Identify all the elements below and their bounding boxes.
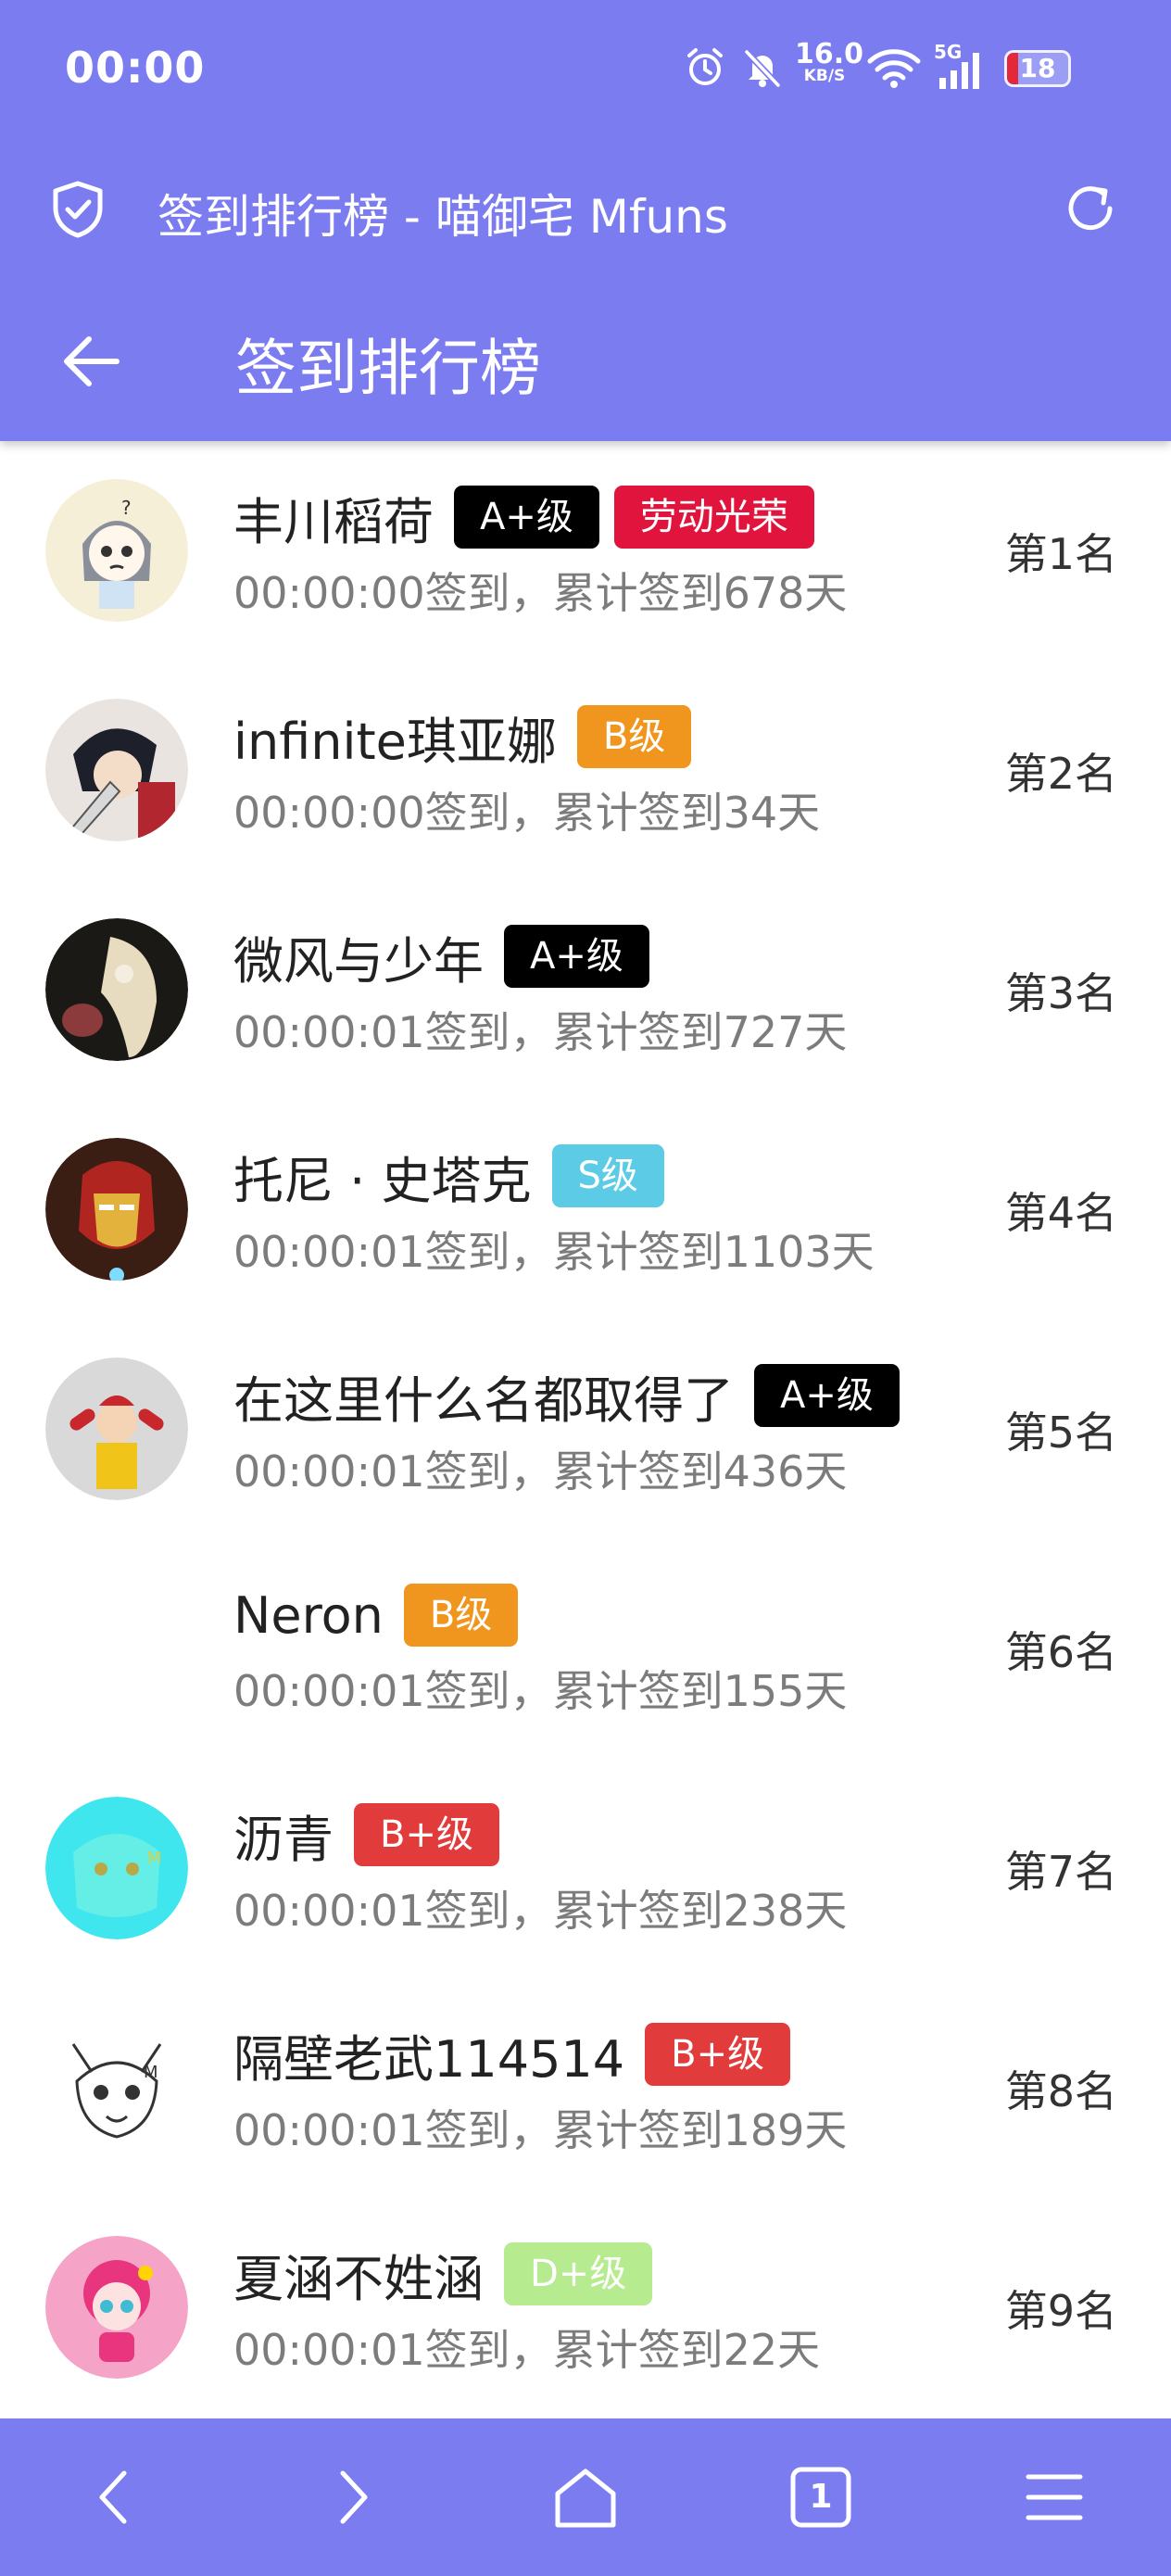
avatar[interactable] [45, 699, 188, 841]
level-badge: D+级 [504, 2242, 653, 2305]
list-item[interactable]: 微风与少年 A+级 00:00:01签到，累计签到727天 第3名 [0, 880, 1171, 1100]
home-icon[interactable] [548, 2460, 623, 2534]
checkin-detail: 00:00:01签到，累计签到436天 [233, 1446, 848, 1496]
list-item[interactable]: ? 丰川稻荷 A+级 劳动光荣 00:00:00签到，累计签到678天 第1名 [0, 441, 1171, 661]
top-bar: 00:00 16.0 KB/S 5G 18 签到排行榜 - 喵御宅 Mfuns … [0, 0, 1171, 441]
user-name[interactable]: 微风与少年 [233, 920, 484, 993]
level-badge: B级 [403, 1584, 519, 1647]
status-time: 00:00 [65, 43, 206, 93]
menu-icon[interactable] [1017, 2460, 1091, 2534]
forward-nav-icon[interactable] [313, 2460, 387, 2534]
back-nav-icon[interactable] [80, 2460, 154, 2534]
user-name[interactable]: 在这里什么名都取得了 [233, 1359, 734, 1433]
avatar[interactable] [45, 918, 188, 1061]
user-name-line: 丰川稻荷 A+级 劳动光荣 [233, 484, 814, 551]
rank-label: 第1名 [1004, 529, 1117, 579]
list-item[interactable]: Neron B级 00:00:01签到，累计签到155天 第6名 [0, 1539, 1171, 1759]
user-name-line: 托尼 · 史塔克 S级 [233, 1143, 664, 1210]
net-speed-value: 16.0 [795, 38, 864, 70]
avatar[interactable]: ? [45, 479, 188, 622]
checkin-detail: 00:00:01签到，累计签到238天 [233, 1886, 848, 1936]
level-badge: A+级 [454, 486, 599, 549]
list-item[interactable]: M 隔壁老武114514 B+级 00:00:01签到，累计签到189天 第8名 [0, 1978, 1171, 2198]
user-name-line: infinite琪亚娜 B级 [233, 703, 692, 771]
checkin-detail: 00:00:01签到，累计签到1103天 [233, 1227, 875, 1277]
browser-bottom-bar: 1 [0, 2418, 1171, 2576]
rank-label: 第3名 [1004, 968, 1117, 1018]
refresh-icon[interactable] [1062, 180, 1119, 237]
avatar[interactable]: M [45, 2016, 188, 2159]
user-name[interactable]: 托尼 · 史塔克 [233, 1140, 532, 1213]
user-name-line: 夏涵不姓涵 D+级 [233, 2241, 653, 2308]
list-item[interactable]: M 沥青 B+级 00:00:01签到，累计签到238天 第7名 [0, 1759, 1171, 1978]
level-badge: B+级 [354, 1803, 499, 1866]
net-speed: 16.0 KB/S [795, 38, 864, 85]
list-item[interactable]: 托尼 · 史塔克 S级 00:00:01签到，累计签到1103天 第4名 [0, 1100, 1171, 1320]
page-title-in-address-bar[interactable]: 签到排行榜 - 喵御宅 Mfuns [157, 180, 728, 246]
svg-text:M: M [147, 1849, 162, 1868]
user-name[interactable]: 夏涵不姓涵 [233, 2238, 484, 2311]
user-name-line: 隔壁老武114514 B+级 [233, 2018, 791, 2091]
avatar[interactable] [45, 1138, 188, 1281]
checkin-detail: 00:00:01签到，累计签到155天 [233, 1666, 848, 1716]
checkin-detail: 00:00:00签到，累计签到34天 [233, 788, 821, 838]
svg-text:?: ? [121, 497, 132, 519]
user-name[interactable]: Neron [233, 1586, 384, 1645]
tabs-button[interactable]: 1 [784, 2460, 858, 2534]
avatar[interactable] [45, 1577, 188, 1720]
user-name[interactable]: 丰川稻荷 [233, 481, 434, 554]
user-name[interactable]: 沥青 [233, 1799, 334, 1872]
checkin-detail: 00:00:01签到，累计签到727天 [233, 1007, 848, 1057]
avatar[interactable] [45, 1357, 188, 1500]
battery-indicator: 18 [1004, 50, 1071, 87]
level-badge: B+级 [645, 2023, 791, 2086]
list-item[interactable]: infinite琪亚娜 B级 00:00:00签到，累计签到34天 第2名 [0, 661, 1171, 880]
svg-text:M: M [144, 2063, 158, 2082]
tab-count: 1 [809, 2478, 833, 2516]
rank-label: 第7名 [1004, 1847, 1117, 1897]
rank-label: 第5名 [1004, 1408, 1117, 1458]
list-item[interactable]: 在这里什么名都取得了 A+级 00:00:01签到，累计签到436天 第5名 [0, 1320, 1171, 1539]
rank-label: 第2名 [1004, 749, 1117, 799]
shield-check-icon[interactable] [50, 180, 106, 239]
rank-label: 第9名 [1004, 2286, 1117, 2336]
user-name[interactable]: 隔壁老武114514 [233, 2018, 624, 2091]
wifi-icon [867, 49, 921, 88]
rank-label: 第4名 [1004, 1188, 1117, 1238]
list-item[interactable]: 夏涵不姓涵 D+级 00:00:01签到，累计签到22天 第9名 [0, 2198, 1171, 2418]
status-icons: 16.0 KB/S 5G 18 [684, 37, 1110, 93]
level-badge: A+级 [754, 1364, 900, 1427]
level-badge: B级 [576, 705, 692, 768]
back-arrow-icon[interactable] [61, 334, 122, 389]
cell-signal-icon [939, 53, 979, 89]
user-name-line: 微风与少年 A+级 [233, 920, 649, 993]
level-badge: S级 [551, 1144, 664, 1207]
battery-level: 18 [1019, 53, 1056, 83]
browser-address-row: 签到排行榜 - 喵御宅 Mfuns [0, 167, 1171, 252]
avatar[interactable]: M [45, 1797, 188, 1939]
page-header-title: 签到排行榜 [235, 333, 541, 404]
user-name[interactable]: infinite琪亚娜 [233, 701, 557, 774]
user-name-line: Neron B级 [233, 1582, 519, 1648]
honor-badge: 劳动光荣 [613, 486, 814, 549]
checkin-detail: 00:00:00签到，累计签到678天 [233, 568, 848, 618]
checkin-detail: 00:00:01签到，累计签到189天 [233, 2105, 848, 2155]
avatar[interactable] [45, 2236, 188, 2379]
user-name-line: 沥青 B+级 [233, 1801, 499, 1869]
rank-label: 第6名 [1004, 1627, 1117, 1677]
checkin-detail: 00:00:01签到，累计签到22天 [233, 2325, 821, 2375]
alarm-icon [687, 48, 723, 85]
user-name-line: 在这里什么名都取得了 A+级 [233, 1362, 900, 1430]
rank-label: 第8名 [1004, 2066, 1117, 2116]
mute-bell-icon [744, 49, 781, 88]
net-speed-unit: KB/S [803, 67, 846, 85]
level-badge: A+级 [504, 925, 649, 988]
